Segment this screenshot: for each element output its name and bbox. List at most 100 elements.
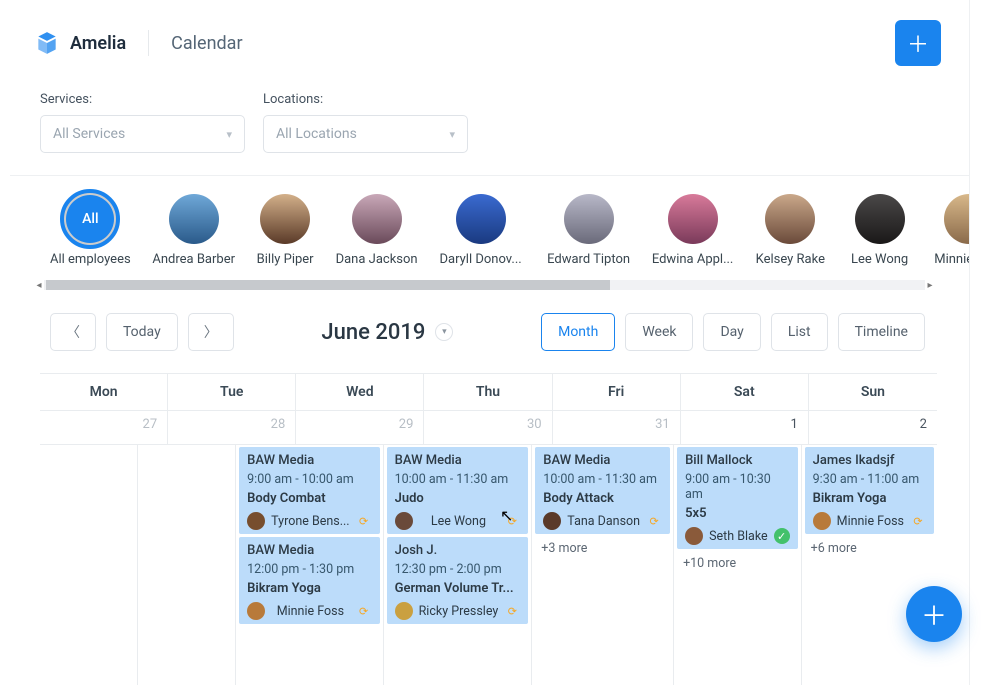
employee-name: Dana Jackson (336, 252, 418, 267)
employee-item[interactable]: Billy Piper (257, 194, 314, 267)
event-service: Judo (395, 491, 521, 506)
event-card[interactable]: BAW Media 12:00 pm - 1:30 pm Bikram Yoga… (239, 537, 379, 624)
divider (148, 30, 149, 56)
event-card[interactable]: BAW Media 10:00 am - 11:30 am Judo Lee W… (387, 447, 529, 534)
status-pending-icon: ⟳ (356, 603, 372, 619)
brand-logo-icon (34, 30, 60, 56)
event-card[interactable]: BAW Media 10:00 am - 11:30 am Body Attac… (535, 447, 670, 534)
avatar (247, 512, 265, 530)
plus-icon: ＋ (921, 596, 947, 633)
day-events-cell[interactable]: BAW Media 9:00 am - 10:00 am Body Combat… (236, 445, 383, 685)
event-time: 10:00 am - 11:30 am (543, 472, 662, 487)
avatar (564, 194, 614, 244)
locations-placeholder: All Locations (276, 126, 357, 142)
employee-item[interactable]: Daryll Donov... (440, 194, 522, 267)
brand-name: Amelia (70, 33, 126, 54)
scrollbar-thumb[interactable] (46, 280, 610, 290)
chevron-left-icon: 〈 (66, 322, 80, 342)
day-cell[interactable]: 27 (40, 411, 168, 445)
employee-item[interactable]: Edwina Appl... (656, 194, 730, 267)
services-label: Services: (40, 92, 245, 107)
avatar (395, 602, 413, 620)
day-number: 27 (143, 417, 158, 432)
brand: Amelia (34, 30, 126, 56)
employee-all[interactable]: All All employees (50, 194, 131, 267)
avatar (169, 194, 219, 244)
employee-item[interactable]: Lee Wong (851, 194, 908, 267)
event-employee: Minnie Foss (837, 514, 904, 529)
event-card[interactable]: BAW Media 9:00 am - 10:00 am Body Combat… (239, 447, 379, 534)
scroll-right-icon[interactable]: ▸ (925, 279, 935, 291)
day-cell[interactable]: 29 (296, 411, 424, 445)
event-time: 9:00 am - 10:00 am (247, 472, 371, 487)
event-employee: Minnie Foss (271, 604, 349, 619)
day-events-cell[interactable] (138, 445, 236, 685)
day-number: 31 (655, 417, 670, 432)
employee-name: Daryll Donov... (440, 252, 522, 267)
employees-scrollbar[interactable]: ◂ ▸ (34, 279, 935, 291)
employee-name: Andrea Barber (152, 252, 235, 267)
day-events-cell[interactable] (40, 445, 138, 685)
avatar (944, 194, 969, 244)
status-pending-icon: ⟳ (646, 513, 662, 529)
day-events-cell[interactable]: BAW Media 10:00 am - 11:30 am Body Attac… (532, 445, 674, 685)
more-events-link[interactable]: +6 more (805, 537, 934, 560)
day-cell[interactable]: 31 (553, 411, 681, 445)
day-number: 28 (271, 417, 286, 432)
view-week-button[interactable]: Week (625, 313, 693, 351)
day-number: 30 (527, 417, 542, 432)
more-events-link[interactable]: +10 more (677, 552, 798, 575)
event-client: James Ikadsjf (813, 453, 926, 468)
employee-item[interactable]: Minnie Foss (934, 194, 969, 267)
day-events-cell[interactable]: James Ikadsjf 9:30 am - 11:00 am Bikram … (802, 445, 937, 685)
event-service: Bikram Yoga (247, 581, 371, 596)
scrollbar-track[interactable] (44, 280, 925, 290)
today-button[interactable]: Today (106, 313, 178, 351)
event-service: Body Combat (247, 491, 371, 506)
employee-item[interactable]: Dana Jackson (340, 194, 414, 267)
employee-item[interactable]: Kelsey Rake (756, 194, 825, 267)
event-employee: Ricky Pressley (419, 604, 499, 619)
avatar (685, 527, 703, 545)
event-time: 10:00 am - 11:30 am (395, 472, 521, 487)
event-card[interactable]: James Ikadsjf 9:30 am - 11:00 am Bikram … (805, 447, 934, 534)
event-employee: Lee Wong (419, 514, 499, 529)
event-client: BAW Media (395, 453, 521, 468)
title-dropdown-button[interactable]: ▾ (435, 323, 453, 341)
event-card[interactable]: Bill Mallock 9:00 am - 10:30 am 5x5 Seth… (677, 447, 798, 549)
more-events-link[interactable]: +3 more (535, 537, 670, 560)
day-number: 29 (399, 417, 414, 432)
event-card[interactable]: Josh J. 12:30 pm - 2:00 pm German Volume… (387, 537, 529, 624)
calendar-grid: Mon Tue Wed Thu Fri Sat Sun 27 28 29 30 … (40, 373, 937, 685)
scroll-left-icon[interactable]: ◂ (34, 279, 44, 291)
avatar-all: All (60, 189, 120, 249)
new-button[interactable]: ＋ (895, 20, 941, 66)
prev-button[interactable]: 〈 (50, 313, 96, 351)
day-header: Mon (40, 374, 168, 411)
view-month-button[interactable]: Month (541, 313, 615, 351)
view-day-button[interactable]: Day (703, 313, 760, 351)
day-cell[interactable]: 28 (168, 411, 296, 445)
fab-add-button[interactable]: ＋ (906, 586, 962, 642)
day-events-cell[interactable]: Bill Mallock 9:00 am - 10:30 am 5x5 Seth… (674, 445, 802, 685)
calendar-header-row: Mon Tue Wed Thu Fri Sat Sun (40, 374, 937, 411)
view-timeline-button[interactable]: Timeline (838, 313, 925, 351)
employee-item[interactable]: Edward Tipton (548, 194, 630, 267)
event-employee: Tana Danson (567, 514, 640, 529)
day-cell[interactable]: 30 (424, 411, 552, 445)
page-title: Calendar (171, 33, 242, 54)
employee-item[interactable]: Andrea Barber (157, 194, 231, 267)
view-list-button[interactable]: List (771, 313, 828, 351)
locations-select[interactable]: All Locations ▾ (263, 115, 468, 153)
day-cell[interactable]: 2 (809, 411, 937, 445)
day-cell[interactable]: 1 (681, 411, 809, 445)
avatar (247, 602, 265, 620)
event-service: 5x5 (685, 506, 790, 521)
services-select[interactable]: All Services ▾ (40, 115, 245, 153)
event-time: 9:30 am - 11:00 am (813, 472, 926, 487)
avatar (765, 194, 815, 244)
event-client: BAW Media (247, 453, 371, 468)
day-events-cell[interactable]: BAW Media 10:00 am - 11:30 am Judo Lee W… (384, 445, 533, 685)
event-time: 12:00 pm - 1:30 pm (247, 562, 371, 577)
next-button[interactable]: 〉 (188, 313, 234, 351)
